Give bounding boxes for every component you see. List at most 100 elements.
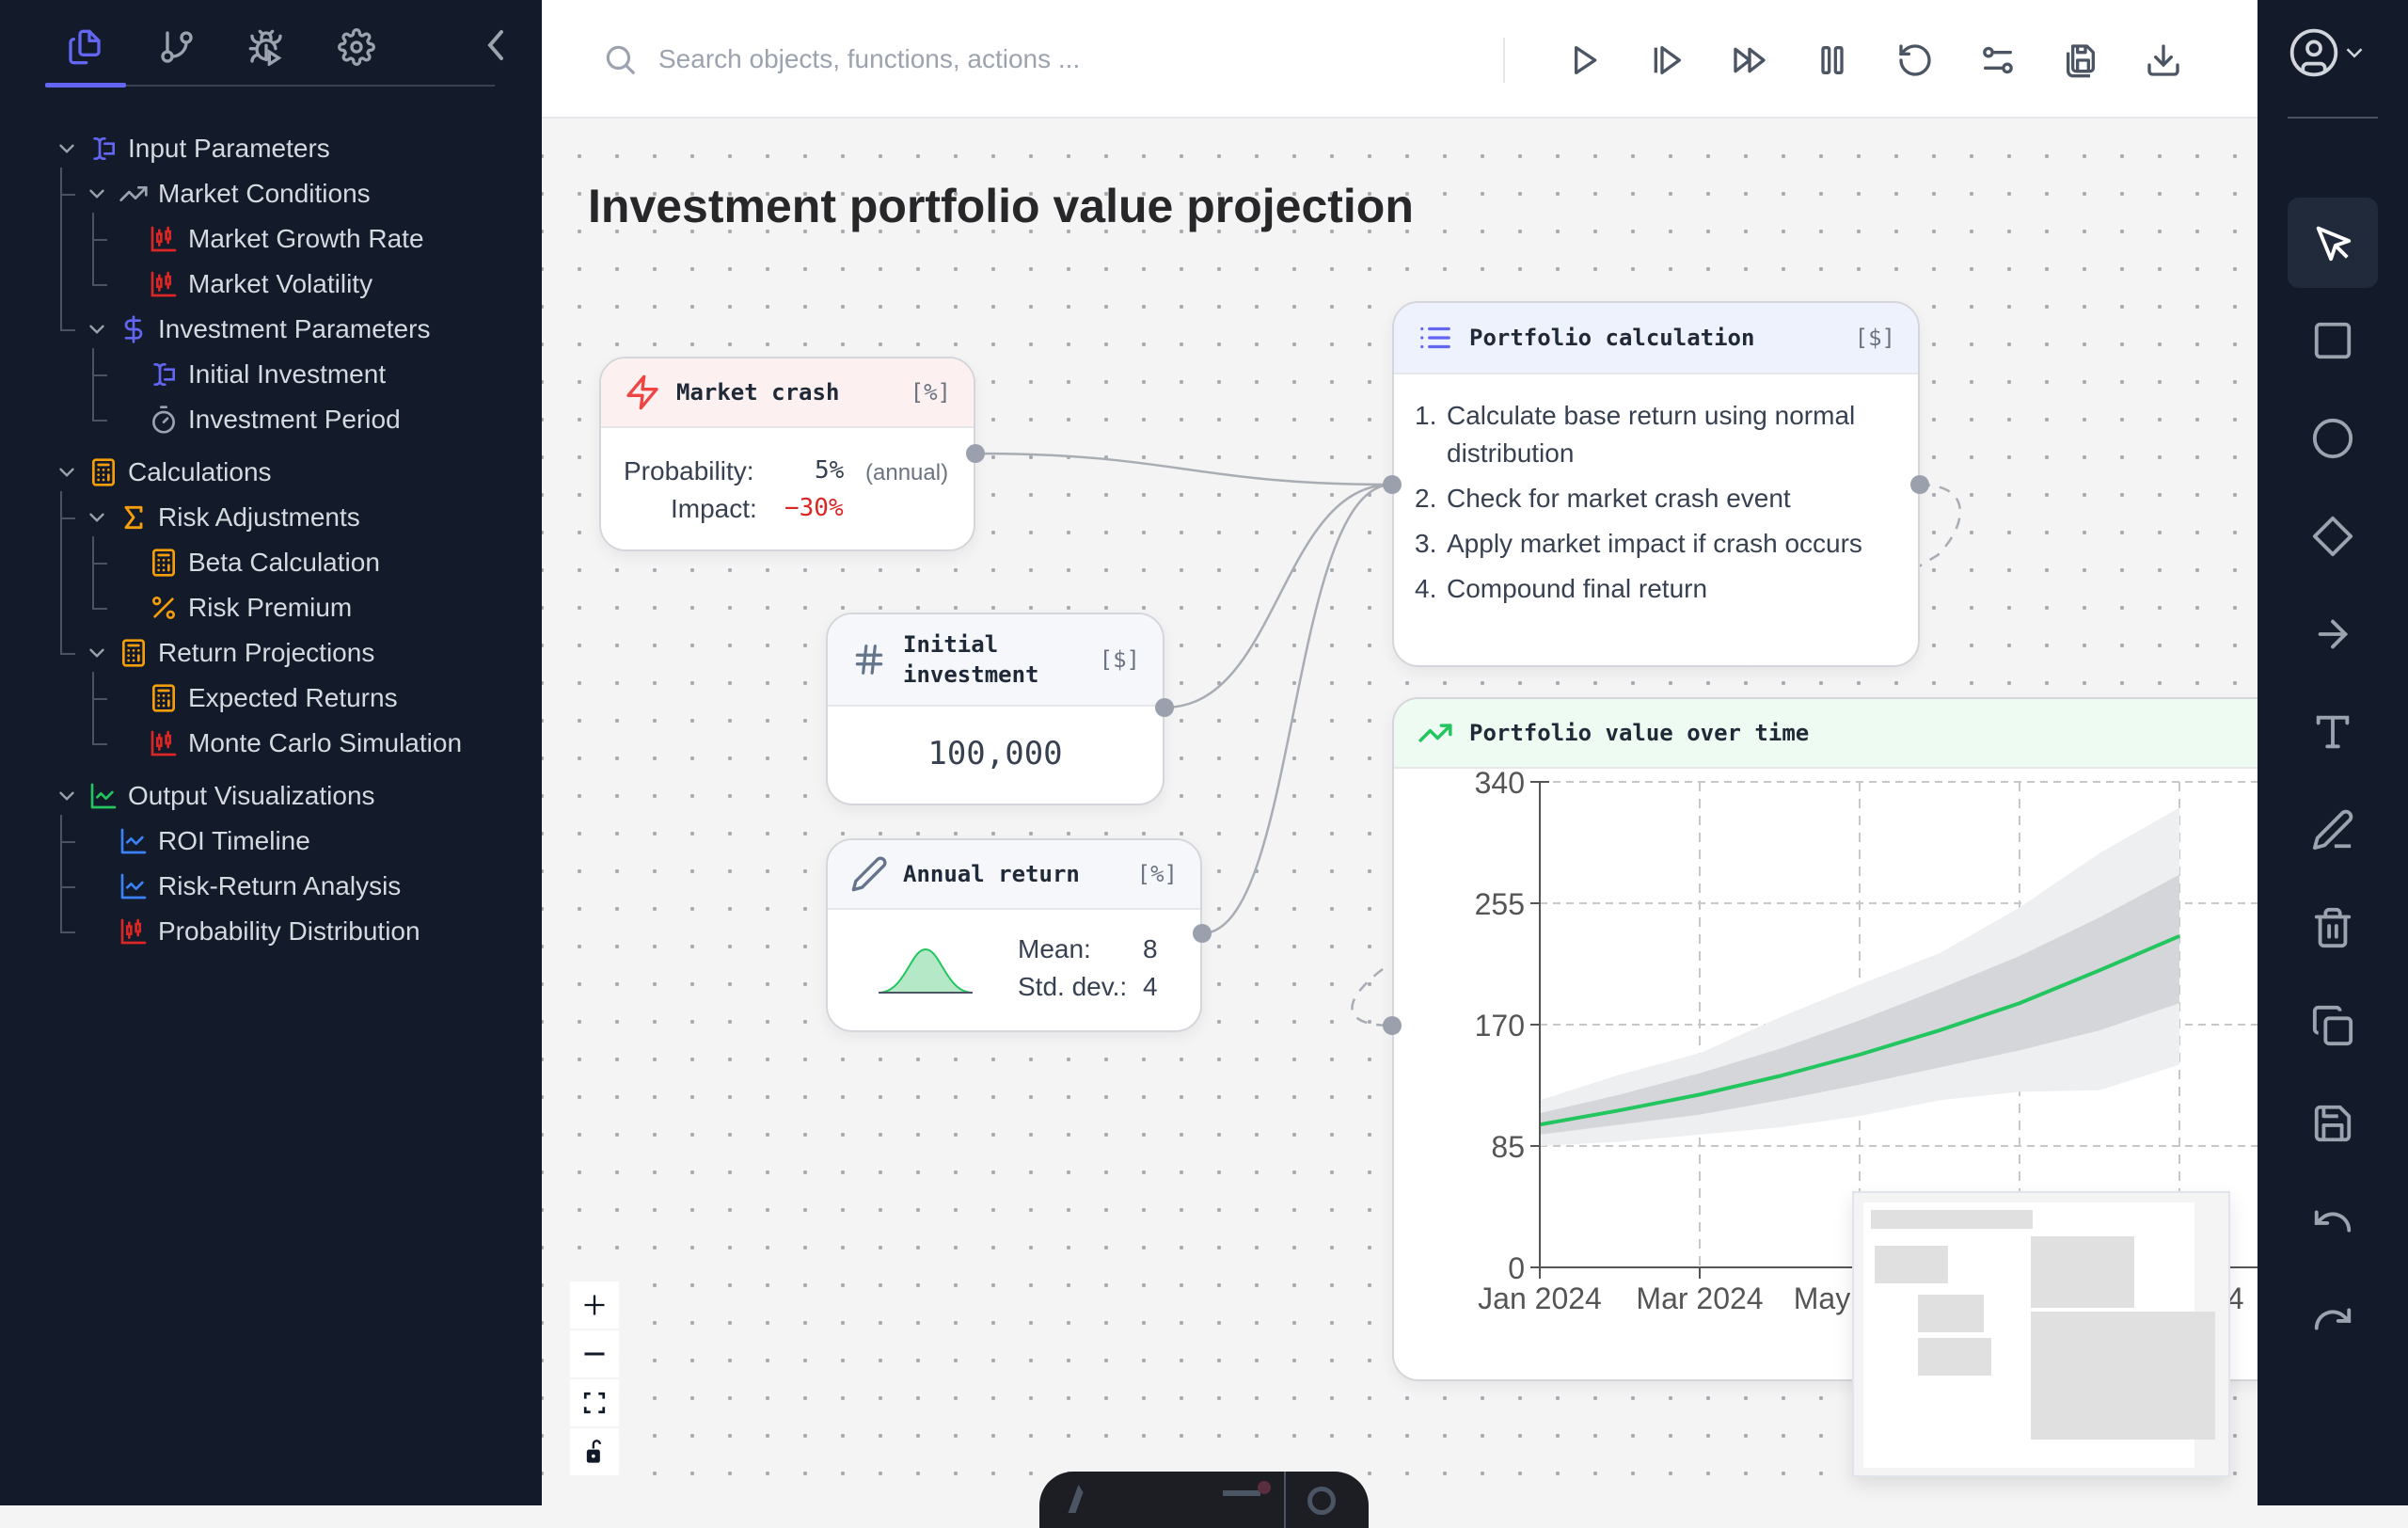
node-title: Initial investment — [903, 631, 1039, 688]
median-point — [1779, 1075, 1781, 1077]
circle-icon — [2312, 418, 2353, 459]
input-handle[interactable] — [1383, 1016, 1402, 1035]
trending-up-icon — [1417, 714, 1454, 752]
text-tool[interactable] — [2288, 687, 2378, 777]
save-tool[interactable] — [2288, 1078, 2378, 1169]
x-tick-label: Mar 2024 — [1636, 1281, 1763, 1315]
duplicate-tool[interactable] — [2288, 980, 2378, 1071]
node-header: Portfolio value over time — [1394, 699, 2293, 769]
redo-icon — [2314, 1308, 2352, 1330]
lock-button[interactable] — [570, 1428, 619, 1475]
median-point — [1699, 1093, 1701, 1095]
minimap[interactable] — [1852, 1191, 2230, 1477]
pencil-icon — [850, 855, 888, 893]
rectangle-tool[interactable] — [2288, 295, 2378, 386]
draw-tool[interactable] — [2288, 785, 2378, 875]
output-handle[interactable] — [1193, 924, 1212, 943]
normal-distribution-icon — [878, 947, 974, 994]
fit-view-button[interactable] — [570, 1379, 619, 1426]
impact-value: −30% — [784, 494, 844, 522]
input-handle[interactable] — [1383, 475, 1402, 494]
minimap-node — [2031, 1236, 2134, 1308]
std-dev-value[interactable]: 4 — [1143, 972, 1158, 1002]
node-title: Annual return — [903, 861, 1080, 887]
settings-icon[interactable] — [1307, 1487, 1336, 1515]
list-item: 3. Apply market impact if crash occurs — [1415, 529, 1862, 558]
output-handle[interactable] — [1910, 475, 1929, 494]
minimap-node — [1918, 1295, 1984, 1332]
fit-view-icon — [583, 1392, 606, 1414]
undo-tool[interactable] — [2288, 1176, 2378, 1266]
zoom-out-icon — [584, 1352, 605, 1356]
node-unit: [%] — [1136, 861, 1178, 887]
dock-divider — [1284, 1472, 1286, 1528]
median-point — [1859, 1054, 1861, 1056]
probability-label: Probability: — [624, 456, 754, 485]
pointer-tool[interactable] — [2288, 198, 2378, 288]
minimap-node — [2031, 1312, 2215, 1440]
calculation-steps: 1. Calculate base return using normal dis… — [1415, 397, 1904, 615]
node-title: Portfolio calculation — [1469, 325, 1755, 351]
trash-icon — [2314, 907, 2352, 948]
list-icon — [1417, 319, 1454, 357]
zap-icon — [624, 374, 661, 411]
initial-investment-value[interactable]: 100,000 — [828, 735, 1163, 772]
zoom-out-button[interactable] — [570, 1330, 619, 1377]
diamond-tool[interactable] — [2288, 491, 2378, 581]
circle-tool[interactable] — [2288, 393, 2378, 484]
edge-crash-to-calc[interactable] — [974, 452, 1393, 486]
impact-label: Impact: — [671, 494, 757, 523]
arrow-right-icon — [2318, 619, 2349, 649]
output-handle[interactable] — [966, 444, 985, 463]
chevron-down-icon — [2346, 48, 2363, 58]
list-tool-icon[interactable] — [1223, 1490, 1260, 1496]
pointer-icon — [2316, 226, 2352, 262]
edge-annual-to-calc[interactable] — [1201, 483, 1393, 935]
y-tick-label: 0 — [1508, 1251, 1525, 1285]
node-portfolio-calculation[interactable]: Portfolio calculation [$] 1. Calculate ba… — [1392, 301, 1920, 667]
edge-init-to-calc[interactable] — [1164, 483, 1393, 709]
delete-tool[interactable] — [2288, 883, 2378, 973]
node-header: Annual return [%] — [828, 840, 1200, 910]
redo-tool[interactable] — [2288, 1274, 2378, 1364]
pencil-line-icon — [2312, 809, 2353, 851]
y-tick-label: 170 — [1475, 1009, 1525, 1043]
probability-note: (annual) — [865, 460, 949, 485]
mean-value[interactable]: 8 — [1143, 934, 1158, 964]
probability-value: 5% — [815, 456, 845, 485]
arrow-tool[interactable] — [2288, 589, 2378, 679]
text-tool-icon[interactable] — [1068, 1485, 1107, 1513]
node-initial-investment[interactable]: Initial investment [$] 100,000 — [826, 613, 1164, 805]
zoom-in-button[interactable] — [570, 1281, 619, 1329]
node-header: Portfolio calculation [$] — [1394, 303, 1918, 374]
notification-dot — [1258, 1481, 1271, 1494]
node-header: Market crash [%] — [601, 358, 974, 428]
list-item: 2. Check for market crash event — [1415, 484, 1791, 513]
output-handle[interactable] — [1155, 698, 1174, 717]
zoom-in-icon — [584, 1295, 605, 1315]
x-tick-label: Jan 2024 — [1478, 1281, 1602, 1315]
user-menu-button[interactable] — [2288, 26, 2378, 79]
node-unit: [%] — [910, 379, 951, 406]
list-item: 1. Calculate base return using normal dis… — [1415, 401, 1856, 468]
node-annual-return[interactable]: Annual return [%] Mean: 8 Std. dev.: 4 — [826, 838, 1202, 1032]
text-icon — [2316, 715, 2350, 749]
node-unit: [$] — [1099, 646, 1140, 673]
lock-icon — [586, 1440, 601, 1463]
bottom-dock[interactable] — [1039, 1472, 1369, 1528]
node-header: Initial investment [$] — [828, 614, 1163, 707]
panel-divider — [2288, 117, 2378, 119]
node-market-crash[interactable]: Market crash [%] Probability: 5% (annual… — [599, 357, 975, 551]
node-title: Market crash — [676, 379, 840, 406]
y-tick-label: 255 — [1475, 887, 1525, 921]
node-unit: [$] — [1854, 325, 1895, 351]
std-dev-label: Std. dev.: — [1018, 972, 1128, 1001]
y-tick-label: 340 — [1475, 771, 1525, 800]
minimap-node — [1918, 1338, 1991, 1376]
minimap-viewport — [1863, 1202, 2215, 1468]
minimap-node — [1871, 1210, 2033, 1229]
node-title: Portfolio value over time — [1469, 720, 1810, 746]
zoom-controls — [570, 1281, 619, 1477]
list-item: 4. Compound final return — [1415, 574, 1708, 603]
median-point — [2178, 935, 2180, 937]
